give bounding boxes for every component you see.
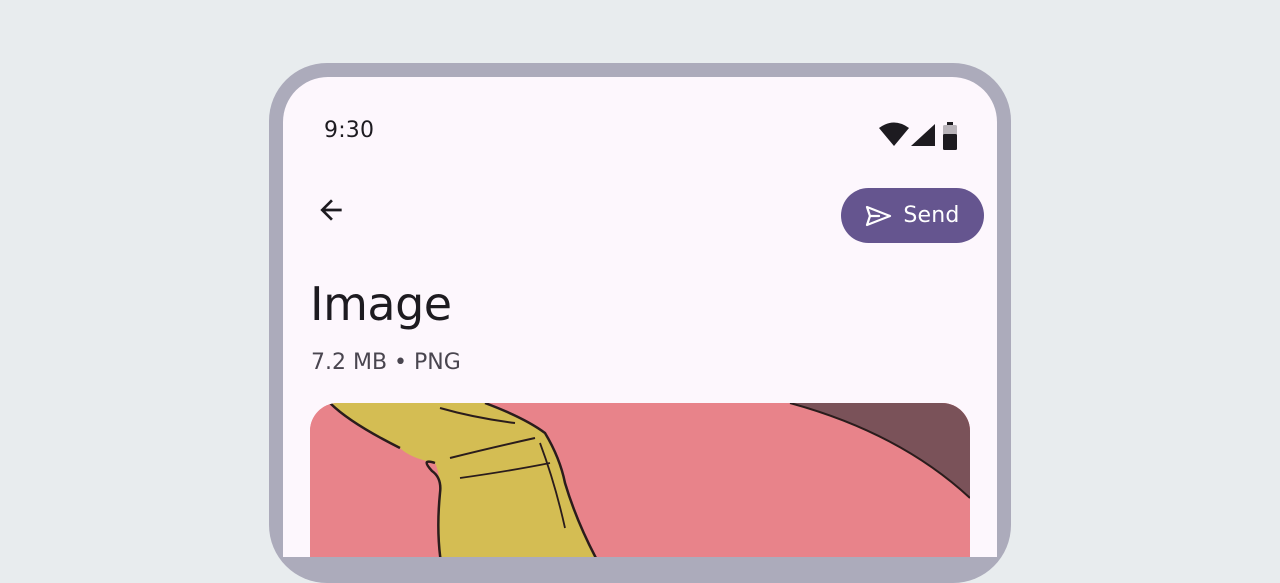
battery-icon [943, 122, 957, 150]
phone-screen: 9:30 Send Image 7.2 MB • PNG [283, 77, 997, 557]
send-button[interactable]: Send [841, 188, 984, 243]
status-icons [879, 122, 957, 150]
page-title: Image [310, 277, 452, 331]
send-icon [865, 205, 892, 227]
wifi-icon [879, 122, 909, 148]
send-button-label: Send [903, 203, 960, 228]
arrow-back-icon [315, 194, 347, 230]
image-preview[interactable] [310, 403, 970, 557]
cellular-signal-icon [911, 122, 935, 148]
back-button[interactable] [307, 188, 355, 236]
status-time: 9:30 [324, 118, 375, 143]
file-details: 7.2 MB • PNG [311, 350, 461, 375]
